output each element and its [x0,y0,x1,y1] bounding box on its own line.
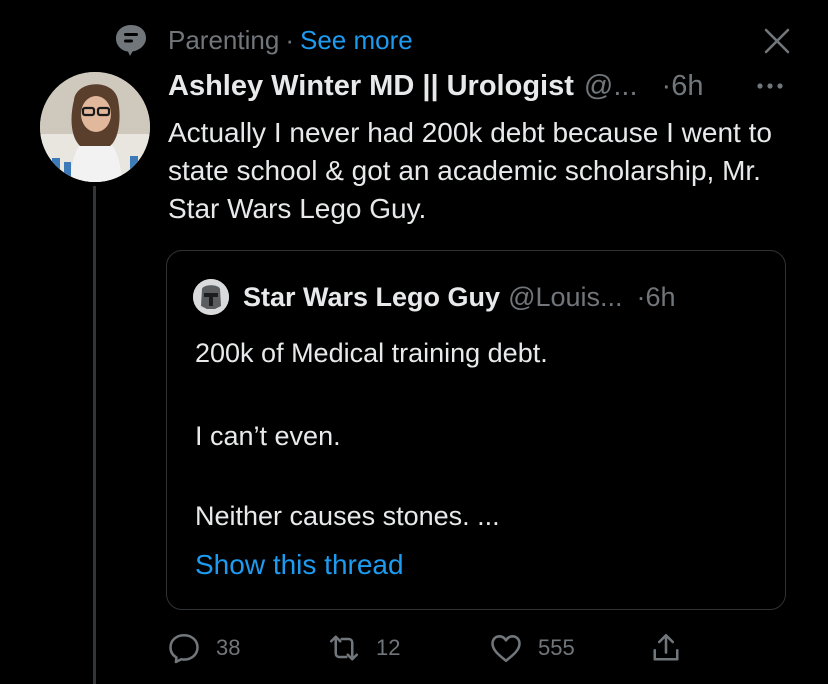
quote-time: 6h [645,282,676,312]
reply-count: 38 [216,635,241,660]
author-name[interactable]: Ashley Winter MD || Urologist [168,70,574,102]
thread-line [93,186,96,684]
quote-avatar[interactable] [193,279,229,315]
reply-button[interactable]: 38 [166,628,240,668]
tweet-time[interactable]: 6h [671,70,703,102]
avatar[interactable] [40,72,150,182]
quote-line-3: Neither causes stones. ... [195,501,500,531]
like-count: 555 [538,635,575,660]
time-separator: · [661,70,672,102]
quote-line-1: 200k of Medical training debt. [195,338,548,368]
quote-author-handle[interactable]: @Louis... [508,282,622,312]
retweet-button[interactable]: 12 [326,628,400,668]
community-icon [116,25,146,56]
tweet-text: Actually I never had 200k debt because I… [168,117,772,224]
heart-icon [491,635,521,663]
close-icon[interactable] [762,26,792,56]
context-separator: · [285,25,294,55]
community-name[interactable]: Parenting [168,25,279,55]
reply-icon [169,633,199,664]
retweet-icon [329,635,359,661]
quoted-tweet[interactable]: Star Wars Lego Guy @Louis... ·6h 200k of M… [166,250,786,610]
tweet-header: Ashley Winter MD || Urologist @... ·6h [168,68,703,104]
retweet-count: 12 [376,635,401,660]
quote-line-2: I can’t even. [195,421,341,451]
more-dots-icon[interactable] [754,70,786,102]
context-row: Parenting · See more [168,24,413,56]
see-more-link[interactable]: See more [300,25,413,55]
author-handle[interactable]: @... [584,70,638,102]
quote-header: Star Wars Lego Guy @Louis... ·6h [243,279,676,315]
share-button[interactable] [648,628,684,668]
quote-author-name[interactable]: Star Wars Lego Guy [243,282,500,312]
share-icon [653,633,679,661]
show-thread-link[interactable]: Show this thread [195,547,404,583]
quote-time-separator: · [636,282,646,312]
like-button[interactable]: 555 [488,628,575,668]
